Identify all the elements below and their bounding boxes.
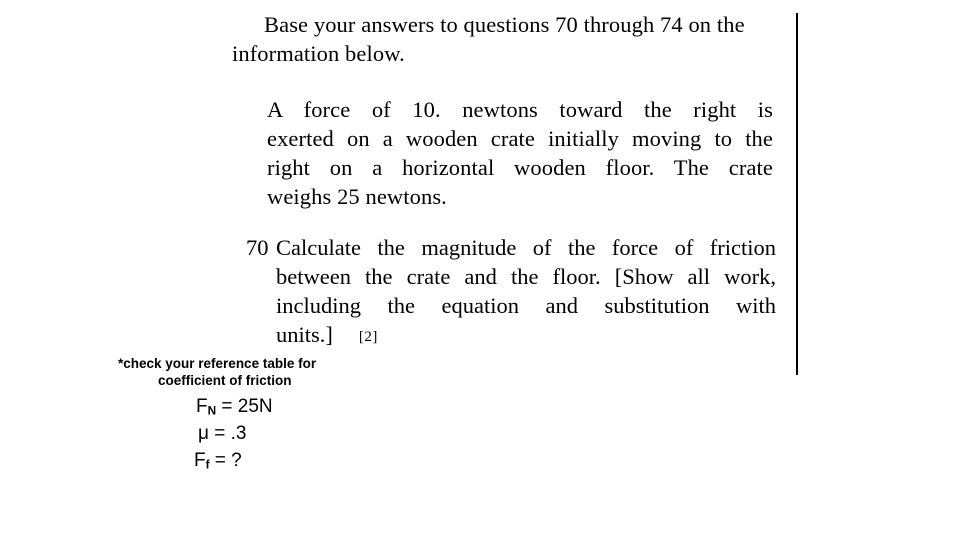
scenario-line-1: A force of 10. newtons toward the right … bbox=[267, 97, 773, 122]
question-number: 70 bbox=[246, 235, 269, 260]
normal-force-symbol: F bbox=[196, 396, 208, 417]
question-70: 70 Calculate the magnitude of the force … bbox=[246, 233, 776, 352]
scenario-line-3: right on a horizontal wooden floor. The … bbox=[267, 155, 773, 180]
friction-force-value: = ? bbox=[209, 450, 242, 471]
mu-symbol: μ bbox=[198, 423, 209, 444]
question-line-4: units.] bbox=[276, 322, 333, 347]
friction-force-symbol: F bbox=[194, 450, 206, 471]
equation-friction-force: Ff = ? bbox=[194, 450, 242, 472]
scenario-line-2: exerted on a wooden crate initially movi… bbox=[267, 126, 773, 151]
equation-coefficient-of-friction: μ = .3 bbox=[198, 423, 246, 445]
question-line-1: Calculate the magnitude of the force of … bbox=[276, 235, 776, 260]
normal-force-subscript: N bbox=[207, 404, 217, 418]
question-credit: [2] bbox=[358, 329, 378, 345]
slide-canvas: Base your answers to questions 70 throug… bbox=[0, 0, 960, 540]
vertical-rule-divider bbox=[796, 13, 798, 375]
reference-table-note-line-2: coefficient of friction bbox=[158, 373, 292, 388]
mu-value: = .3 bbox=[208, 423, 247, 444]
question-line-3: including the equation and substitution … bbox=[276, 293, 776, 318]
question-line-2: between the crate and the floor. [Show a… bbox=[276, 264, 776, 289]
equation-normal-force: FN = 25N bbox=[196, 396, 273, 418]
normal-force-value: = 25N bbox=[216, 396, 273, 417]
intro-paragraph: Base your answers to questions 70 throug… bbox=[232, 12, 745, 66]
question-line-4-with-credit: units.] [2] bbox=[276, 320, 776, 352]
reference-table-note-line-1: *check your reference table for bbox=[118, 356, 317, 371]
scenario-line-4: weighs 25 newtons. bbox=[267, 184, 447, 209]
scenario-paragraph: A force of 10. newtons toward the right … bbox=[233, 95, 773, 211]
question-text: Calculate the magnitude of the force of … bbox=[276, 233, 776, 352]
